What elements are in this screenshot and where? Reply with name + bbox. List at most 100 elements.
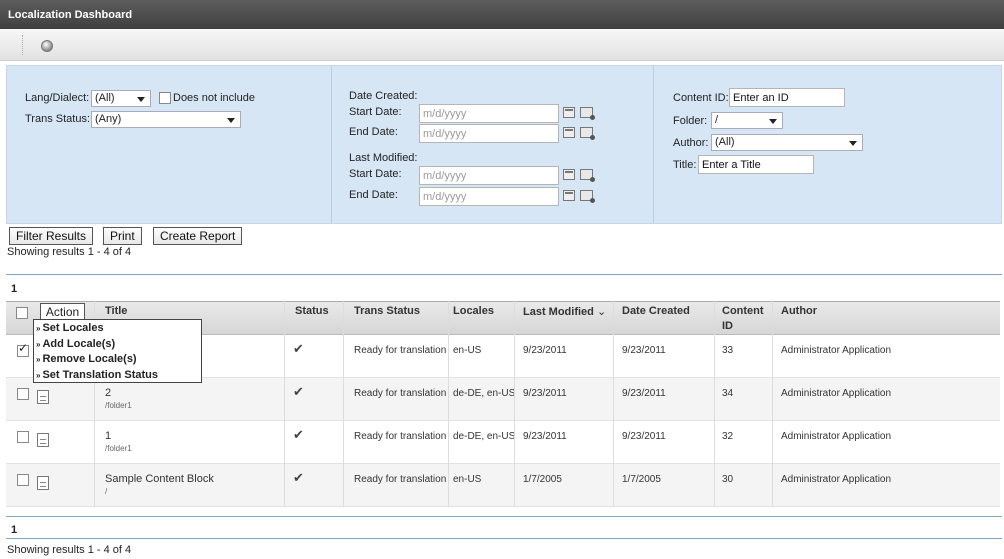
column-divider (714, 301, 715, 507)
column-divider (772, 301, 773, 507)
column-header-content[interactable]: Content (722, 305, 764, 317)
column-header-id[interactable]: ID (722, 320, 733, 332)
status-icon: ✔ (293, 384, 304, 399)
column-header-date-created[interactable]: Date Created (622, 305, 690, 317)
calendar-clear-icon[interactable] (580, 107, 595, 120)
modified-end-date-input[interactable]: m/d/yyyy (419, 187, 559, 206)
action-button[interactable]: Action (40, 303, 85, 320)
toolbar (0, 29, 1004, 61)
row-checkbox[interactable] (17, 474, 29, 486)
print-button[interactable]: Print (103, 227, 142, 245)
trans-status-value: (Any) (95, 113, 122, 125)
modified-start-date-input[interactable]: m/d/yyyy (419, 166, 559, 185)
column-header-trans-status[interactable]: Trans Status (354, 305, 420, 317)
chevron-down-icon (769, 119, 777, 124)
lang-dialect-label: Lang/Dialect: (25, 92, 90, 104)
create-report-button[interactable]: Create Report (153, 227, 243, 245)
table-row[interactable]: Sample Content Block / ✔ Ready for trans… (6, 464, 1000, 507)
content-icon (37, 476, 49, 490)
menu-item-set-translation-status[interactable]: » Set Translation Status (36, 369, 201, 385)
column-header-title[interactable]: Title (105, 305, 127, 317)
filter-panel: Lang/Dialect: (All) Does not include Tra… (6, 65, 1002, 224)
last-modified-header-label: Last Modified (523, 306, 594, 318)
title-cell[interactable]: 2 (105, 387, 111, 399)
column-header-last-modified[interactable]: Last Modified ⌄ (523, 305, 606, 318)
content-id-label: Content ID: (673, 92, 729, 104)
title-input[interactable]: Enter a Title (698, 155, 814, 174)
column-divider (448, 301, 449, 507)
date-created-label: Date Created: (349, 90, 418, 102)
date-created-cell: 9/23/2011 (622, 345, 666, 356)
calendar-icon[interactable] (563, 190, 575, 201)
author-select[interactable]: (All) (711, 134, 863, 151)
divider (6, 538, 1002, 539)
trans-status-cell: Ready for translation (354, 345, 447, 356)
calendar-clear-icon[interactable] (580, 127, 595, 140)
content-icon (37, 390, 49, 404)
does-not-include-checkbox[interactable] (159, 92, 171, 104)
calendar-clear-icon[interactable] (580, 190, 595, 203)
author-cell: Administrator Application (781, 345, 892, 356)
column-header-locales[interactable]: Locales (453, 305, 494, 317)
title-cell[interactable]: Sample Content Block (105, 473, 214, 485)
chevron-down-icon (849, 141, 857, 146)
calendar-icon[interactable] (563, 169, 575, 180)
locales-cell: en-US (453, 345, 482, 356)
author-label: Author: (673, 137, 709, 149)
content-id-cell: 32 (722, 431, 734, 442)
locales-cell: de-DE, en-US (453, 388, 516, 399)
sort-descending-icon: ⌄ (596, 306, 607, 318)
path-cell: / (105, 487, 108, 496)
last-modified-label: Last Modified: (349, 152, 418, 164)
does-not-include-label: Does not include (173, 92, 255, 104)
menu-item-add-locales[interactable]: » Add Locale(s) (36, 338, 201, 354)
calendar-icon[interactable] (563, 127, 575, 138)
column-divider (343, 301, 344, 507)
title-cell[interactable]: 1 (105, 430, 111, 442)
created-end-date-input[interactable]: m/d/yyyy (419, 124, 559, 143)
trans-status-cell: Ready for translation (354, 431, 447, 442)
trans-status-cell: Ready for translation (354, 388, 447, 399)
window-title: Localization Dashboard (0, 0, 1004, 29)
table-row[interactable]: 1 /folder1 ✔ Ready for translation de-DE… (6, 421, 1000, 464)
results-summary: Showing results 1 - 4 of 4 (7, 544, 132, 556)
modified-start-date-label: Start Date: (349, 168, 402, 180)
lang-dialect-value: (All) (95, 92, 115, 104)
filter-column-divider (653, 66, 654, 223)
column-header-author[interactable]: Author (781, 305, 817, 317)
trans-status-select[interactable]: (Any) (91, 111, 241, 128)
last-modified-cell: 9/23/2011 (523, 388, 567, 399)
row-checkbox[interactable] (17, 388, 29, 400)
filter-results-button[interactable]: Filter Results (9, 227, 94, 245)
page-link[interactable]: 1 (11, 524, 17, 536)
row-checkbox[interactable] (17, 431, 29, 443)
lang-dialect-select[interactable]: (All) (91, 90, 151, 107)
checkmark-icon: ✓ (18, 341, 29, 355)
created-end-date-label: End Date: (349, 126, 398, 138)
menu-item-set-locales[interactable]: » Set Locales (36, 322, 201, 338)
calendar-icon[interactable] (563, 107, 575, 118)
menu-item-remove-locales[interactable]: » Remove Locale(s) (36, 353, 201, 369)
page-link[interactable]: 1 (11, 283, 17, 295)
toolbar-separator (22, 35, 23, 55)
column-header-status[interactable]: Status (295, 305, 329, 317)
action-menu: » Set Locales » Add Locale(s) » Remove Loca… (33, 319, 202, 383)
content-id-input[interactable]: Enter an ID (729, 88, 845, 107)
folder-value: / (715, 114, 719, 126)
created-start-date-input[interactable]: m/d/yyyy (419, 104, 559, 123)
locales-cell: en-US (453, 474, 482, 485)
date-created-cell: 9/23/2011 (622, 388, 666, 399)
content-id-cell: 30 (722, 474, 734, 485)
title-label: Title: (673, 159, 697, 171)
select-all-checkbox[interactable] (16, 307, 28, 319)
table-row[interactable]: 2 /folder1 ✔ Ready for translation de-DE… (6, 378, 1000, 421)
folder-select[interactable]: / (711, 112, 783, 129)
author-cell: Administrator Application (781, 474, 892, 485)
modified-end-date-label: End Date: (349, 189, 398, 201)
column-divider (514, 301, 515, 507)
locales-cell: de-DE, en-US (453, 431, 516, 442)
calendar-clear-icon[interactable] (580, 169, 595, 182)
divider (6, 516, 1002, 517)
column-divider (613, 301, 614, 507)
help-icon[interactable] (41, 40, 53, 52)
